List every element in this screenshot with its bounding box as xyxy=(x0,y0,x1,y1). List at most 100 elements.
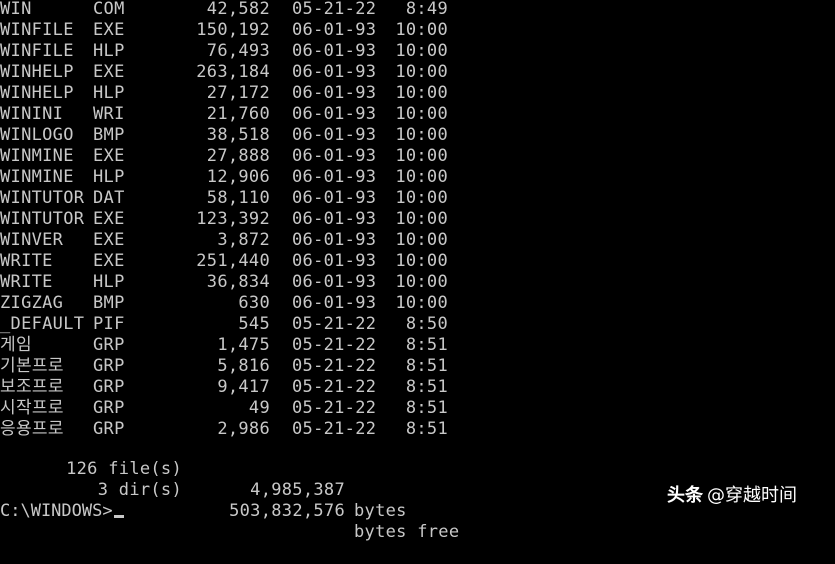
file-time: 10:00 xyxy=(395,146,448,166)
file-size: 21,760 xyxy=(206,104,270,124)
file-name: WINTUTOR xyxy=(0,209,85,229)
file-size: 251,440 xyxy=(196,251,270,271)
file-ext: HLP xyxy=(93,167,125,187)
file-date: 06-01-93 xyxy=(292,146,377,166)
file-date: 06-01-93 xyxy=(292,104,377,124)
file-date: 06-01-93 xyxy=(292,188,377,208)
file-time: 10:00 xyxy=(395,62,448,82)
file-size: 9,417 xyxy=(217,377,270,397)
file-date: 06-01-93 xyxy=(292,167,377,187)
file-ext: HLP xyxy=(93,272,125,292)
file-ext: COM xyxy=(93,0,125,19)
file-name: WINMINE xyxy=(0,167,74,187)
file-name: WINLOGO xyxy=(0,125,74,145)
file-name: WINMINE xyxy=(0,146,74,166)
file-name: WINHELP xyxy=(0,62,74,82)
file-size: 49 xyxy=(248,398,270,418)
file-name: _DEFAULT xyxy=(0,314,85,334)
file-name: 시작프로 xyxy=(0,398,64,418)
file-size: 2,986 xyxy=(217,419,270,439)
file-time: 10:00 xyxy=(395,230,448,250)
file-ext: HLP xyxy=(93,41,125,61)
file-ext: GRP xyxy=(93,335,125,355)
file-date: 05-21-22 xyxy=(292,0,377,19)
file-name: WRITE xyxy=(0,251,53,271)
file-size: 58,110 xyxy=(206,188,270,208)
file-size: 5,816 xyxy=(217,356,270,376)
file-date: 06-01-93 xyxy=(292,272,377,292)
file-time: 8:51 xyxy=(405,356,448,376)
file-size: 263,184 xyxy=(196,62,270,82)
file-date: 05-21-22 xyxy=(292,419,377,439)
file-ext: GRP xyxy=(93,419,125,439)
file-time: 10:00 xyxy=(395,83,448,103)
file-time: 10:00 xyxy=(395,104,448,124)
file-date: 05-21-22 xyxy=(292,314,377,334)
file-time: 10:00 xyxy=(395,209,448,229)
file-ext: PIF xyxy=(93,314,125,334)
file-ext: BMP xyxy=(93,293,125,313)
file-size: 150,192 xyxy=(196,20,270,40)
file-time: 10:00 xyxy=(395,41,448,61)
file-time: 10:00 xyxy=(395,251,448,271)
file-size: 123,392 xyxy=(196,209,270,229)
file-name: WINFILE xyxy=(0,20,74,40)
file-size: 630 xyxy=(238,293,270,313)
file-date: 05-21-22 xyxy=(292,356,377,376)
file-time: 8:50 xyxy=(405,314,448,334)
dos-console[interactable]: WIN COM 42,582 05-21-22 8:49 WINFILE EXE 150,19… xyxy=(0,0,835,542)
prompt-text: C:\WINDOWS> xyxy=(0,501,113,521)
text-cursor xyxy=(113,515,124,518)
file-name: 보조프로 xyxy=(0,377,64,397)
file-ext: EXE xyxy=(93,251,125,271)
files-bytes: 4,985,387 xyxy=(250,480,345,500)
watermark-brand: 头条 xyxy=(667,485,703,506)
dirs-bytes: 503,832,576 xyxy=(229,501,345,521)
file-time: 10:00 xyxy=(395,272,448,292)
file-name: 응용프로 xyxy=(0,419,64,439)
file-date: 05-21-22 xyxy=(292,335,377,355)
file-size: 76,493 xyxy=(206,41,270,61)
file-date: 05-21-22 xyxy=(292,377,377,397)
dirs-count: 3 dir(s) xyxy=(97,480,182,500)
file-date: 06-01-93 xyxy=(292,41,377,61)
file-ext: WRI xyxy=(93,104,125,124)
file-ext: GRP xyxy=(93,356,125,376)
file-name: WINVER xyxy=(0,230,64,250)
file-ext: EXE xyxy=(93,62,125,82)
command-prompt[interactable]: C:\WINDOWS> xyxy=(0,501,124,522)
file-name: WIN xyxy=(0,0,32,19)
file-time: 8:51 xyxy=(405,419,448,439)
file-date: 06-01-93 xyxy=(292,230,377,250)
file-size: 27,888 xyxy=(206,146,270,166)
file-size: 38,518 xyxy=(206,125,270,145)
file-date: 06-01-93 xyxy=(292,293,377,313)
file-name: WRITE xyxy=(0,272,53,292)
file-name: 게임 xyxy=(0,335,32,355)
file-ext: EXE xyxy=(93,146,125,166)
file-size: 3,872 xyxy=(217,230,270,250)
file-date: 06-01-93 xyxy=(292,209,377,229)
file-name: WINFILE xyxy=(0,41,74,61)
file-date: 06-01-93 xyxy=(292,125,377,145)
summary-dirs-line: 3 dir(s) 503,832,576 bytes free xyxy=(0,459,459,542)
file-time: 10:00 xyxy=(395,20,448,40)
file-size: 1,475 xyxy=(217,335,270,355)
file-name: 기본프로 xyxy=(0,356,64,376)
file-time: 10:00 xyxy=(395,167,448,187)
file-time: 8:51 xyxy=(405,335,448,355)
file-ext: BMP xyxy=(93,125,125,145)
file-size: 42,582 xyxy=(206,0,270,19)
file-ext: GRP xyxy=(93,398,125,418)
file-name: WININI xyxy=(0,104,64,124)
file-ext: EXE xyxy=(93,209,125,229)
file-size: 12,906 xyxy=(206,167,270,187)
file-size: 545 xyxy=(238,314,270,334)
summary-files-line: 126 file(s) 4,985,387 bytes xyxy=(0,438,406,521)
file-time: 10:00 xyxy=(395,293,448,313)
file-time: 10:00 xyxy=(395,125,448,145)
file-date: 06-01-93 xyxy=(292,62,377,82)
watermark: 头条 @穿越时间 xyxy=(667,483,797,509)
file-ext: GRP xyxy=(93,377,125,397)
file-date: 05-21-22 xyxy=(292,398,377,418)
